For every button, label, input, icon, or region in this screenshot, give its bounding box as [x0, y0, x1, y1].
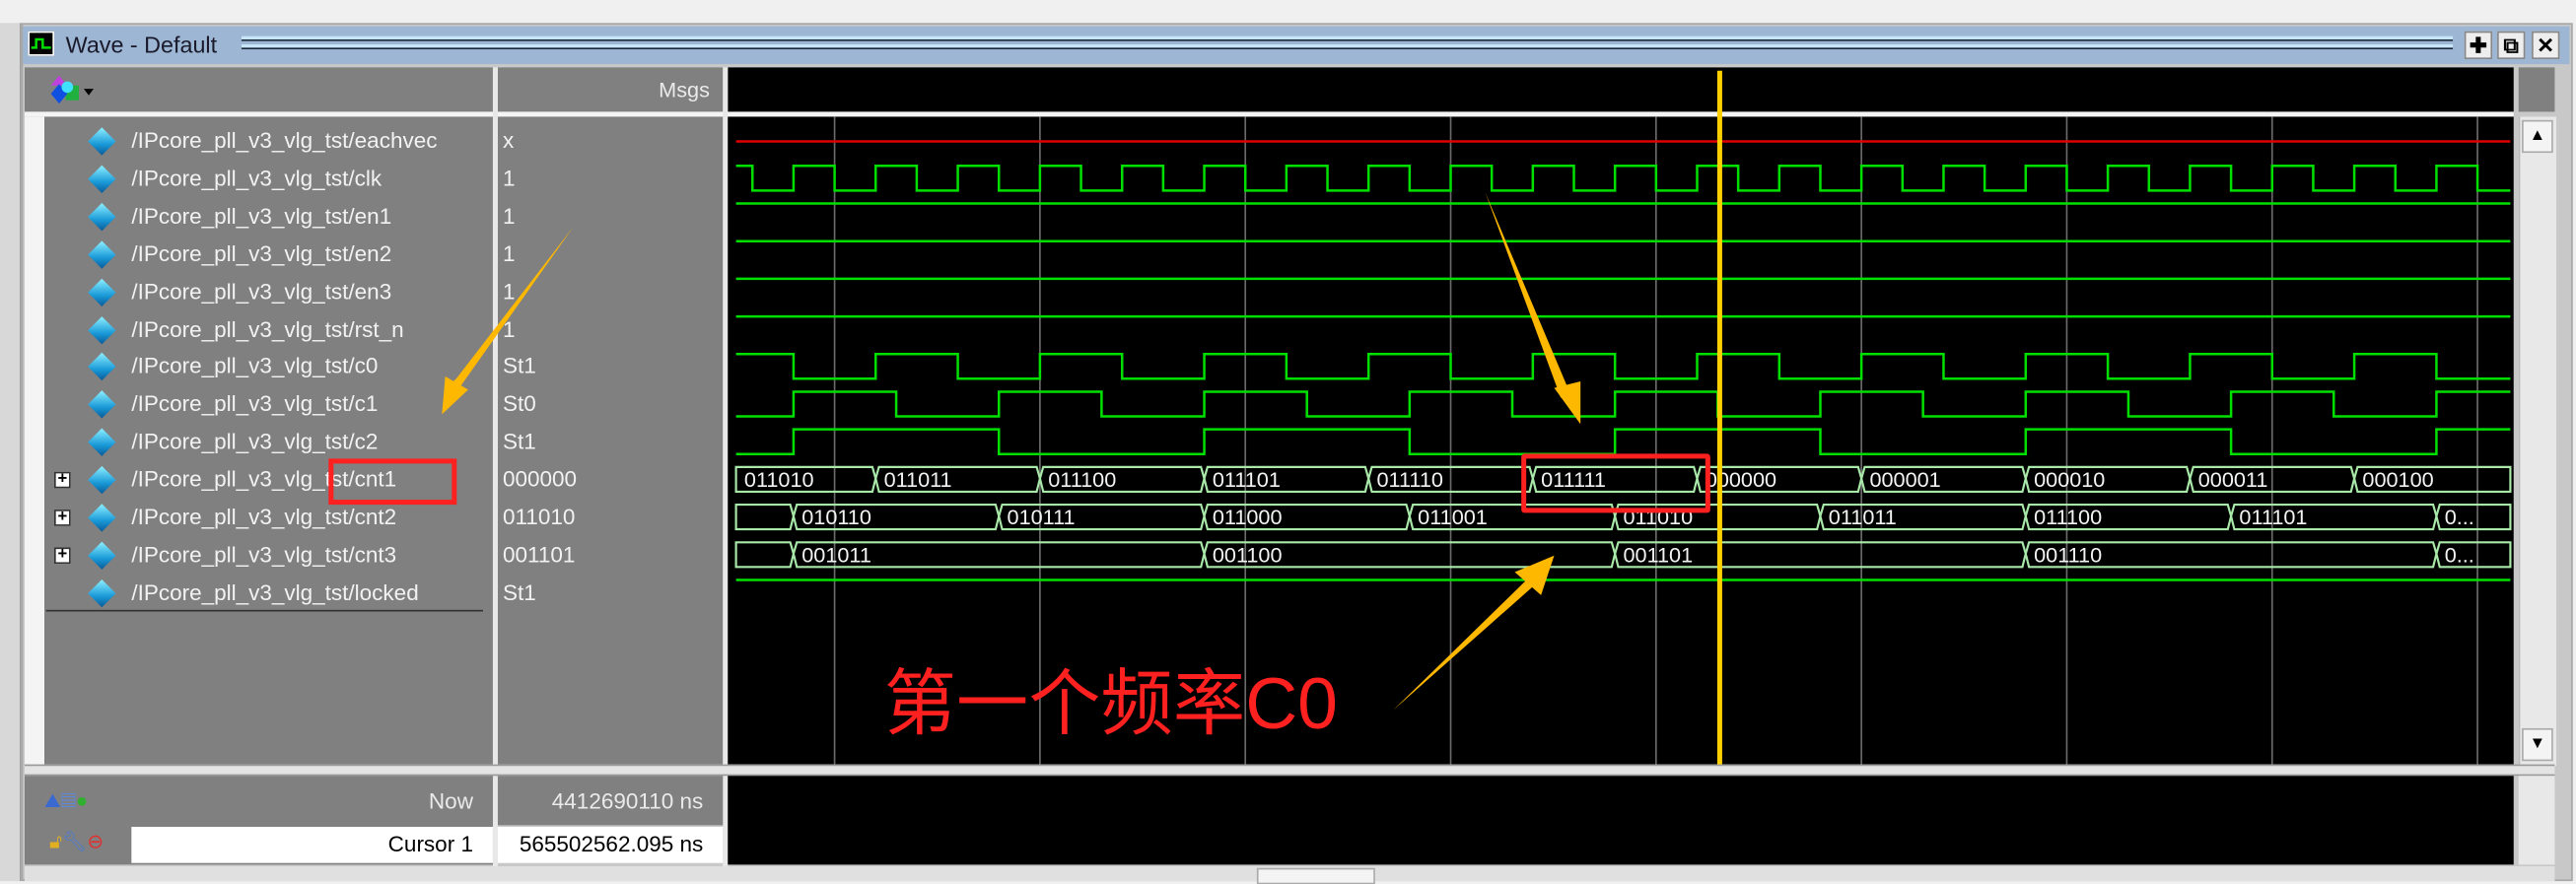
- arrow-icon: [443, 227, 574, 411]
- arrow-icon: [1554, 380, 1581, 425]
- arrow-icon: [442, 375, 468, 415]
- arrow-icon: [1485, 192, 1571, 398]
- arrow-icon: [1393, 578, 1535, 711]
- annotation-arrows: [442, 192, 1581, 711]
